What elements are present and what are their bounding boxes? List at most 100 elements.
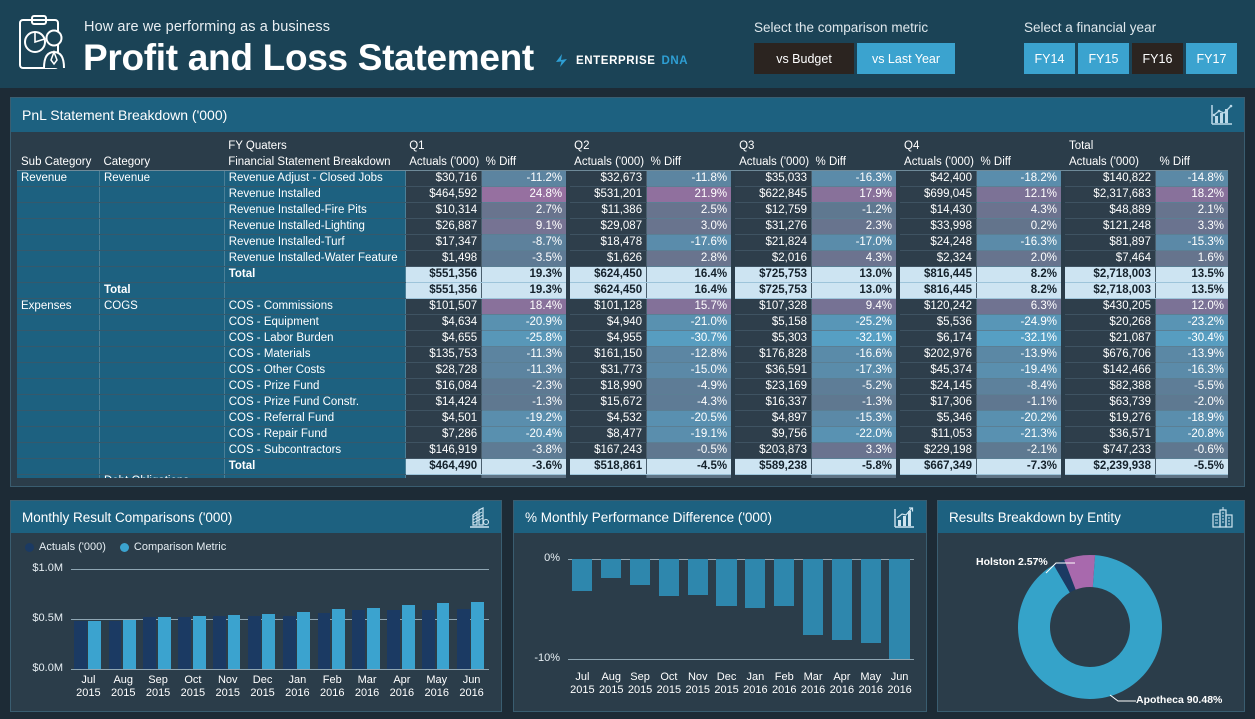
bar[interactable] <box>629 559 651 585</box>
cell-breakdown: COS - Subcontractors <box>224 442 406 459</box>
table-row[interactable]: Revenue Installed $464,592 24.8% $531,201 21… <box>17 186 1228 203</box>
bar[interactable] <box>143 617 157 669</box>
header-q4-actuals[interactable]: Actuals ('000) <box>900 154 977 171</box>
bar[interactable] <box>436 603 450 669</box>
bar[interactable] <box>572 559 593 591</box>
table-row[interactable]: Expenses COGS COS - Commissions $101,507 18.… <box>17 298 1228 315</box>
slicer-fy17[interactable]: FY17 <box>1186 43 1237 74</box>
cell-diff: -30.4% <box>1155 330 1228 347</box>
bar[interactable] <box>123 620 136 669</box>
cell-breakdown: COS - Other Costs <box>224 362 406 379</box>
financial-year-slicer: Select a financial year FY14 FY15 FY16 F… <box>1024 20 1237 74</box>
cell-diff: -25.2% <box>811 314 897 331</box>
header-q3-actuals[interactable]: Actuals ('000) <box>735 154 812 171</box>
bar[interactable] <box>422 609 435 669</box>
bar[interactable] <box>247 616 261 669</box>
table-row[interactable]: COS - Repair Fund $7,286 -20.4% $8,477 -19.1… <box>17 426 1228 443</box>
bar[interactable] <box>108 620 122 669</box>
header-q4-diff[interactable]: % Diff <box>976 154 1061 171</box>
monthly-result-plot[interactable]: $1.0M $0.5M $0.0M Jul 2015 Aug 2015 Sep 2015 Oct 2… <box>19 562 495 705</box>
bar[interactable] <box>297 612 311 669</box>
table-row[interactable]: COS - Labor Burden $4,655 -25.8% $4,955 -30.… <box>17 330 1228 347</box>
table-row[interactable]: Debt Obligations <box>17 474 1228 478</box>
monthly-perf-plot[interactable]: 0% -10% Jul 2015 Aug 2015 Sep 2015 Oct 2015 Nov 201… <box>522 541 920 705</box>
table-row[interactable]: COS - Referral Fund $4,501 -19.2% $4,532 -20… <box>17 410 1228 427</box>
table-row[interactable]: Total $551,356 19.3% $624,450 16.4% $725,753 1… <box>17 266 1228 283</box>
header-total-actuals[interactable]: Actuals ('000) <box>1064 154 1156 171</box>
table-row[interactable]: COS - Equipment $4,634 -20.9% $4,940 -21.0% $… <box>17 314 1228 331</box>
header-group-q2: Q2 <box>570 138 732 154</box>
bar[interactable] <box>774 559 795 606</box>
table-row[interactable]: COS - Other Costs $28,728 -11.3% $31,773 -15… <box>17 362 1228 379</box>
bar[interactable] <box>601 559 622 578</box>
slicer-fy14[interactable]: FY14 <box>1024 43 1075 74</box>
cell-diff: 3.3% <box>1155 218 1228 235</box>
header-q1-actuals[interactable]: Actuals ('000) <box>405 154 482 171</box>
cell-breakdown: COS - Repair Fund <box>224 426 406 443</box>
cell-sub-category <box>17 394 100 411</box>
pnl-matrix-table-scroll[interactable]: FY Quaters Q1 Q2 Q3 Q4 Total Sub Categor… <box>17 138 1228 478</box>
cell-actuals: $2,317,683 <box>1064 186 1156 203</box>
table-row[interactable]: COS - Subcontractors $146,919 -3.8% $167,24… <box>17 442 1228 459</box>
bar[interactable] <box>88 620 102 669</box>
bar[interactable] <box>716 559 737 606</box>
bar[interactable] <box>262 614 276 669</box>
bar[interactable] <box>456 609 470 669</box>
header-breakdown[interactable]: Financial Statement Breakdown <box>224 154 406 171</box>
table-row[interactable]: Revenue Installed-Lighting $26,887 9.1% $29… <box>17 218 1228 235</box>
bar[interactable] <box>73 621 87 669</box>
bar[interactable] <box>282 615 296 669</box>
table-row[interactable]: Revenue Installed-Water Feature $1,498 -3.… <box>17 250 1228 267</box>
table-row[interactable]: COS - Prize Fund Constr. $14,424 -1.3% $15,… <box>17 394 1228 411</box>
table-row[interactable]: COS - Materials $135,753 -11.3% $161,150 -12… <box>17 346 1228 363</box>
bar[interactable] <box>687 559 708 595</box>
entity-donut-plot[interactable]: Holston 2.57% Apotheca 90.48% <box>938 535 1244 711</box>
legend-item-comparison[interactable]: Comparison Metric <box>119 541 226 553</box>
bar[interactable] <box>227 615 241 669</box>
header-sub-category[interactable]: Sub Category <box>17 154 100 171</box>
slicer-vs-last-year[interactable]: vs Last Year <box>857 43 955 74</box>
cell-breakdown: Revenue Installed <box>224 186 406 203</box>
bar[interactable] <box>860 559 881 643</box>
cell-breakdown: COS - Labor Burden <box>224 330 406 347</box>
header-total-diff[interactable]: % Diff <box>1155 154 1228 171</box>
bar[interactable] <box>332 609 345 669</box>
bar[interactable] <box>387 610 401 669</box>
monthly-result-title: Monthly Result Comparisons ('000) <box>22 509 233 525</box>
bar[interactable] <box>889 559 910 659</box>
table-row[interactable]: Revenue Revenue Revenue Adjust - Closed Jo… <box>17 170 1228 187</box>
cell-diff: 16.4% <box>646 266 732 283</box>
cell-actuals: $551,356 <box>405 266 483 283</box>
bar[interactable] <box>192 616 206 669</box>
cell-diff: 4.3% <box>976 202 1061 219</box>
bar[interactable] <box>178 617 192 669</box>
table-row[interactable]: Total $551,356 19.3% $624,450 16.4% $725,753 1… <box>17 282 1228 299</box>
slicer-vs-budget[interactable]: vs Budget <box>754 43 854 74</box>
cell-actuals: $101,128 <box>570 298 648 315</box>
bar[interactable] <box>352 610 366 669</box>
bar[interactable] <box>401 605 415 669</box>
header-q3-diff[interactable]: % Diff <box>811 154 897 171</box>
header-q2-diff[interactable]: % Diff <box>646 154 732 171</box>
x-axis-tick: May 2016 <box>858 671 883 696</box>
bar[interactable] <box>157 616 171 669</box>
legend-item-actuals[interactable]: Actuals ('000) <box>25 541 106 553</box>
bar[interactable] <box>831 559 852 640</box>
table-row[interactable]: Revenue Installed-Fire Pits $10,314 2.7% $1… <box>17 202 1228 219</box>
bar[interactable] <box>745 559 766 608</box>
bar[interactable] <box>658 559 679 596</box>
header-q2-actuals[interactable]: Actuals ('000) <box>570 154 647 171</box>
bar[interactable] <box>471 602 485 669</box>
slicer-fy15[interactable]: FY15 <box>1078 43 1129 74</box>
table-row[interactable]: Total $464,490 -3.6% $518,861 -4.5% $589,238-… <box>17 458 1228 475</box>
header-category[interactable]: Category <box>99 154 225 171</box>
table-row[interactable]: Revenue Installed-Turf $17,347 -8.7% $18,47… <box>17 234 1228 251</box>
table-row[interactable]: COS - Prize Fund $16,084 -2.3% $18,990 -4.9%… <box>17 378 1228 395</box>
cell-diff: -18.9% <box>1155 410 1228 427</box>
bar[interactable] <box>213 616 226 669</box>
bar[interactable] <box>317 613 331 669</box>
bar[interactable] <box>366 607 380 669</box>
header-q1-diff[interactable]: % Diff <box>481 154 567 171</box>
slicer-fy16[interactable]: FY16 <box>1132 43 1183 74</box>
bar[interactable] <box>802 559 824 635</box>
